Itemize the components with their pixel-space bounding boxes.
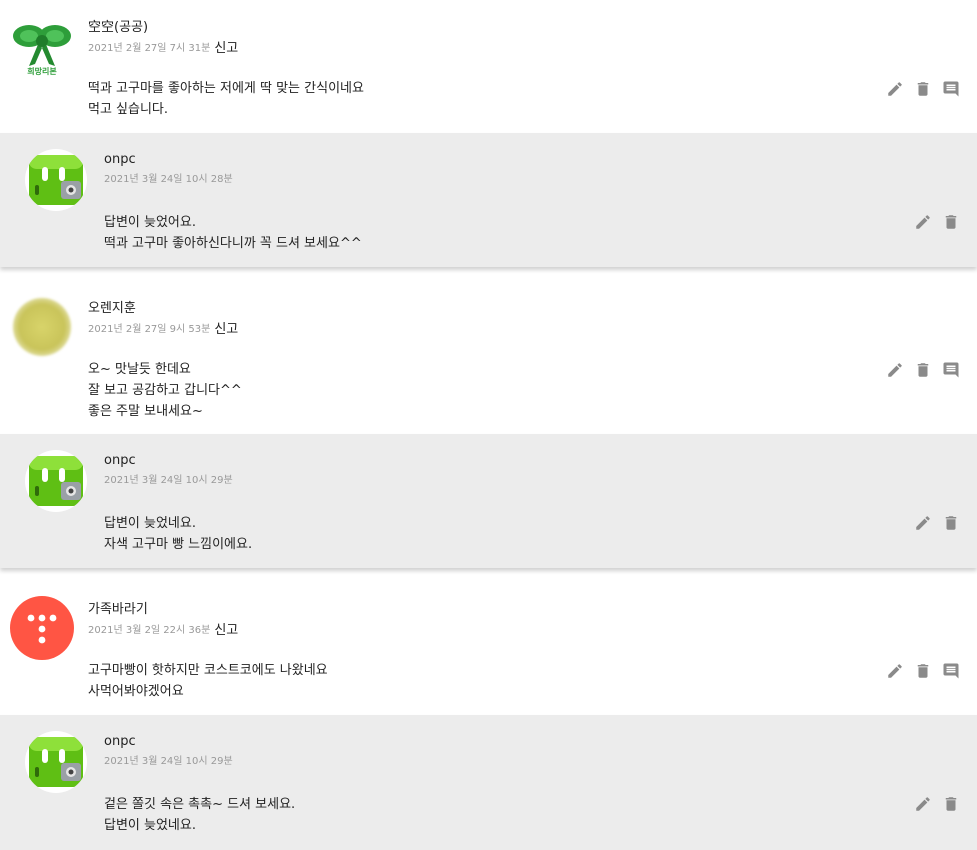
- delete-icon[interactable]: [914, 662, 932, 680]
- comment-3: 가족바라기 2021년 3월 2일 22시 36분 신고 고구마빵이 핫하지만 코…: [0, 582, 977, 715]
- comment-actions: [886, 80, 960, 98]
- reply-actions: [914, 213, 960, 231]
- reply-line: 답변이 늦었네요.: [104, 818, 196, 833]
- reply-timestamp: 2021년 3월 24일 10시 29분: [104, 756, 233, 767]
- reply-timestamp: 2021년 3월 24일 10시 29분: [104, 475, 233, 486]
- reply-1: onpc 2021년 3월 24일 10시 28분 답변이 늦었어요. 떡과 고…: [0, 133, 977, 267]
- reply-icon[interactable]: [942, 662, 960, 680]
- reply-body: 겉은 쫄깃 속은 촉촉~ 드셔 보세요. 답변이 늦었네요.: [104, 794, 295, 836]
- comment-body: 고구마빵이 핫하지만 코스트코에도 나왔네요 사먹어봐야겠어요: [88, 660, 328, 702]
- avatar-onpc[interactable]: [25, 731, 87, 793]
- comment-author[interactable]: 空空(공공): [88, 16, 148, 35]
- reply-author[interactable]: onpc: [104, 152, 136, 167]
- reply-icon[interactable]: [942, 80, 960, 98]
- reply-body: 답변이 늦었네요. 자색 고구마 빵 느낌이에요.: [104, 513, 252, 555]
- edit-icon[interactable]: [914, 213, 932, 231]
- report-link[interactable]: 신고: [214, 322, 238, 337]
- reply-line: 겉은 쫄깃 속은 촉촉~ 드셔 보세요.: [104, 797, 296, 812]
- reply-author[interactable]: onpc: [104, 453, 136, 468]
- edit-icon[interactable]: [914, 795, 932, 813]
- delete-icon[interactable]: [942, 514, 960, 532]
- report-link[interactable]: 신고: [214, 623, 238, 638]
- delete-icon[interactable]: [942, 795, 960, 813]
- comment-line: 잘 보고 공감하고 갑니다^^: [88, 383, 242, 398]
- edit-icon[interactable]: [914, 514, 932, 532]
- comment-author[interactable]: 오렌지훈: [88, 297, 136, 316]
- comment-meta: 2021년 2월 27일 9시 53분 신고: [88, 317, 238, 337]
- reply-actions: [914, 514, 960, 532]
- comment-body: 오~ 맛날듯 한데요 잘 보고 공감하고 갑니다^^ 좋은 주말 보내세요~: [88, 359, 242, 422]
- reply-line: 자색 고구마 빵 느낌이에요.: [104, 537, 253, 552]
- comment-timestamp: 2021년 2월 27일 9시 53분: [88, 324, 211, 335]
- comment-line: 좋은 주말 보내세요~: [88, 404, 203, 419]
- reply-line: 떡과 고구마 좋아하신다니까 꼭 드셔 보세요^^: [104, 236, 362, 251]
- comment-author[interactable]: 가족바라기: [88, 598, 148, 617]
- comment-1: 희망리본 空空(공공) 2021년 2월 27일 7시 31분 신고 떡과 고구마…: [0, 0, 977, 133]
- comment-body: 떡과 고구마를 좋아하는 저에게 딱 맞는 간식이네요 먹고 싶습니다.: [88, 78, 364, 120]
- avatar-ribbon[interactable]: 희망리본: [9, 14, 75, 80]
- delete-icon[interactable]: [942, 213, 960, 231]
- reply-2: onpc 2021년 3월 24일 10시 29분 답변이 늦었네요. 자색 고…: [0, 434, 977, 568]
- edit-icon[interactable]: [886, 662, 904, 680]
- reply-line: 답변이 늦었어요.: [104, 215, 196, 230]
- avatar-onpc[interactable]: [25, 450, 87, 512]
- report-link[interactable]: 신고: [214, 41, 238, 56]
- comment-line: 고구마빵이 핫하지만 코스트코에도 나왔네요: [88, 663, 328, 678]
- reply-actions: [914, 795, 960, 813]
- avatar-caption: 희망리본: [27, 67, 57, 76]
- edit-icon[interactable]: [886, 80, 904, 98]
- reply-icon[interactable]: [942, 361, 960, 379]
- reply-timestamp: 2021년 3월 24일 10시 28분: [104, 174, 233, 185]
- delete-icon[interactable]: [914, 361, 932, 379]
- avatar-tistory[interactable]: [10, 596, 74, 660]
- comment-line: 사먹어봐야겠어요: [88, 684, 184, 699]
- reply-author[interactable]: onpc: [104, 734, 136, 749]
- edit-icon[interactable]: [886, 361, 904, 379]
- comment-timestamp: 2021년 2월 27일 7시 31분: [88, 43, 211, 54]
- reply-3: onpc 2021년 3월 24일 10시 29분 겉은 쫄깃 속은 촉촉~ 드…: [0, 715, 977, 850]
- reply-body: 답변이 늦었어요. 떡과 고구마 좋아하신다니까 꼭 드셔 보세요^^: [104, 212, 362, 254]
- avatar-orange[interactable]: [13, 298, 71, 356]
- comment-actions: [886, 361, 960, 379]
- comment-2: 오렌지훈 2021년 2월 27일 9시 53분 신고 오~ 맛날듯 한데요 잘 …: [0, 281, 977, 434]
- comment-meta: 2021년 3월 2일 22시 36분 신고: [88, 618, 238, 638]
- avatar-onpc[interactable]: [25, 149, 87, 211]
- delete-icon[interactable]: [914, 80, 932, 98]
- comment-meta: 2021년 2월 27일 7시 31분 신고: [88, 36, 238, 56]
- comment-line: 오~ 맛날듯 한데요: [88, 362, 191, 377]
- comment-timestamp: 2021년 3월 2일 22시 36분: [88, 625, 211, 636]
- comment-line: 떡과 고구마를 좋아하는 저에게 딱 맞는 간식이네요: [88, 81, 364, 96]
- comment-actions: [886, 662, 960, 680]
- reply-line: 답변이 늦었네요.: [104, 516, 196, 531]
- comment-line: 먹고 싶습니다.: [88, 102, 169, 117]
